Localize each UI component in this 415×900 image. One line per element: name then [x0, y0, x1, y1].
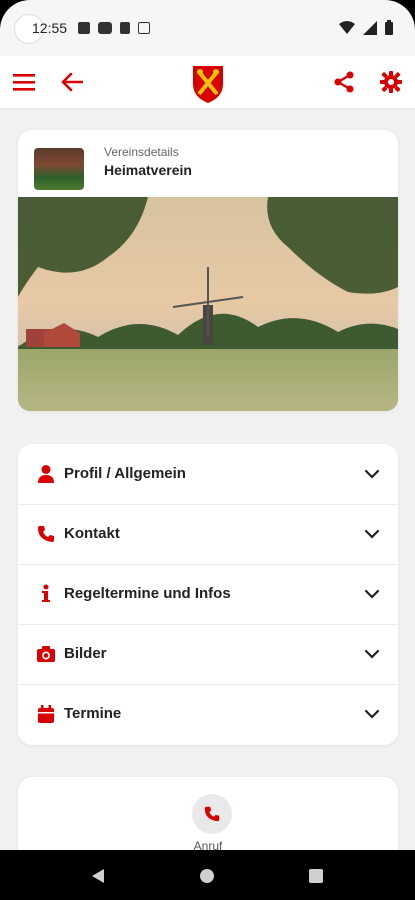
club-name: Heimatverein: [104, 162, 192, 178]
arrow-left-icon: [61, 72, 83, 92]
section-label: Termine: [64, 705, 122, 722]
call-button[interactable]: [192, 794, 232, 834]
town-crest-logo: [191, 64, 225, 109]
section-label: Bilder: [64, 645, 107, 662]
notification-icons: [78, 22, 150, 34]
share-icon: [334, 71, 354, 93]
nav-home-icon[interactable]: [199, 868, 215, 884]
status-bar-background: 12:55: [0, 0, 415, 56]
phone-icon: [38, 526, 54, 542]
signal-icon: [363, 20, 377, 35]
chevron-down-icon: [364, 469, 380, 479]
system-icons: [339, 20, 393, 35]
menu-icon: [13, 74, 35, 91]
calendar-icon: [38, 705, 54, 723]
phone-icon: [204, 806, 220, 822]
section-label: Profil / Allgemein: [64, 465, 186, 482]
notification-a-icon: [78, 22, 90, 34]
camera-icon: [37, 646, 55, 662]
nav-recents-icon[interactable]: [308, 868, 324, 884]
sections-card: Profil / Allgemein Kontakt Regeltermine …: [18, 444, 398, 745]
info-icon: [42, 584, 50, 602]
status-time: 12:55: [32, 20, 68, 36]
gear-icon: [380, 71, 402, 93]
menu-button[interactable]: [8, 66, 40, 98]
settings-button[interactable]: [375, 66, 407, 98]
club-subtitle: Vereinsdetails: [104, 145, 179, 159]
notification-s-icon: [138, 22, 150, 34]
section-images[interactable]: Bilder: [18, 624, 398, 685]
chevron-down-icon: [364, 529, 380, 539]
chevron-down-icon: [364, 649, 380, 659]
back-button[interactable]: [56, 66, 88, 98]
youtube-icon: [98, 22, 112, 34]
nav-back-icon[interactable]: [90, 868, 106, 884]
app-bar: [0, 56, 415, 108]
club-card: Vereinsdetails Heimatverein: [18, 130, 398, 411]
club-photo: [18, 197, 398, 411]
wifi-icon: [339, 20, 355, 34]
chevron-down-icon: [364, 589, 380, 599]
section-events[interactable]: Termine: [18, 684, 398, 744]
club-thumbnail: [34, 148, 84, 190]
section-label: Kontakt: [64, 525, 120, 542]
status-bar: 12:55: [0, 0, 415, 56]
section-contact[interactable]: Kontakt: [18, 504, 398, 565]
system-nav-bar: [0, 850, 415, 900]
battery-icon: [385, 20, 393, 35]
section-label: Regeltermine und Infos: [64, 585, 231, 602]
person-icon: [38, 465, 54, 483]
section-profile[interactable]: Profil / Allgemein: [18, 444, 398, 505]
share-button[interactable]: [328, 66, 360, 98]
section-regular-dates[interactable]: Regeltermine und Infos: [18, 564, 398, 625]
sim-icon: [120, 22, 130, 34]
chevron-down-icon: [364, 709, 380, 719]
